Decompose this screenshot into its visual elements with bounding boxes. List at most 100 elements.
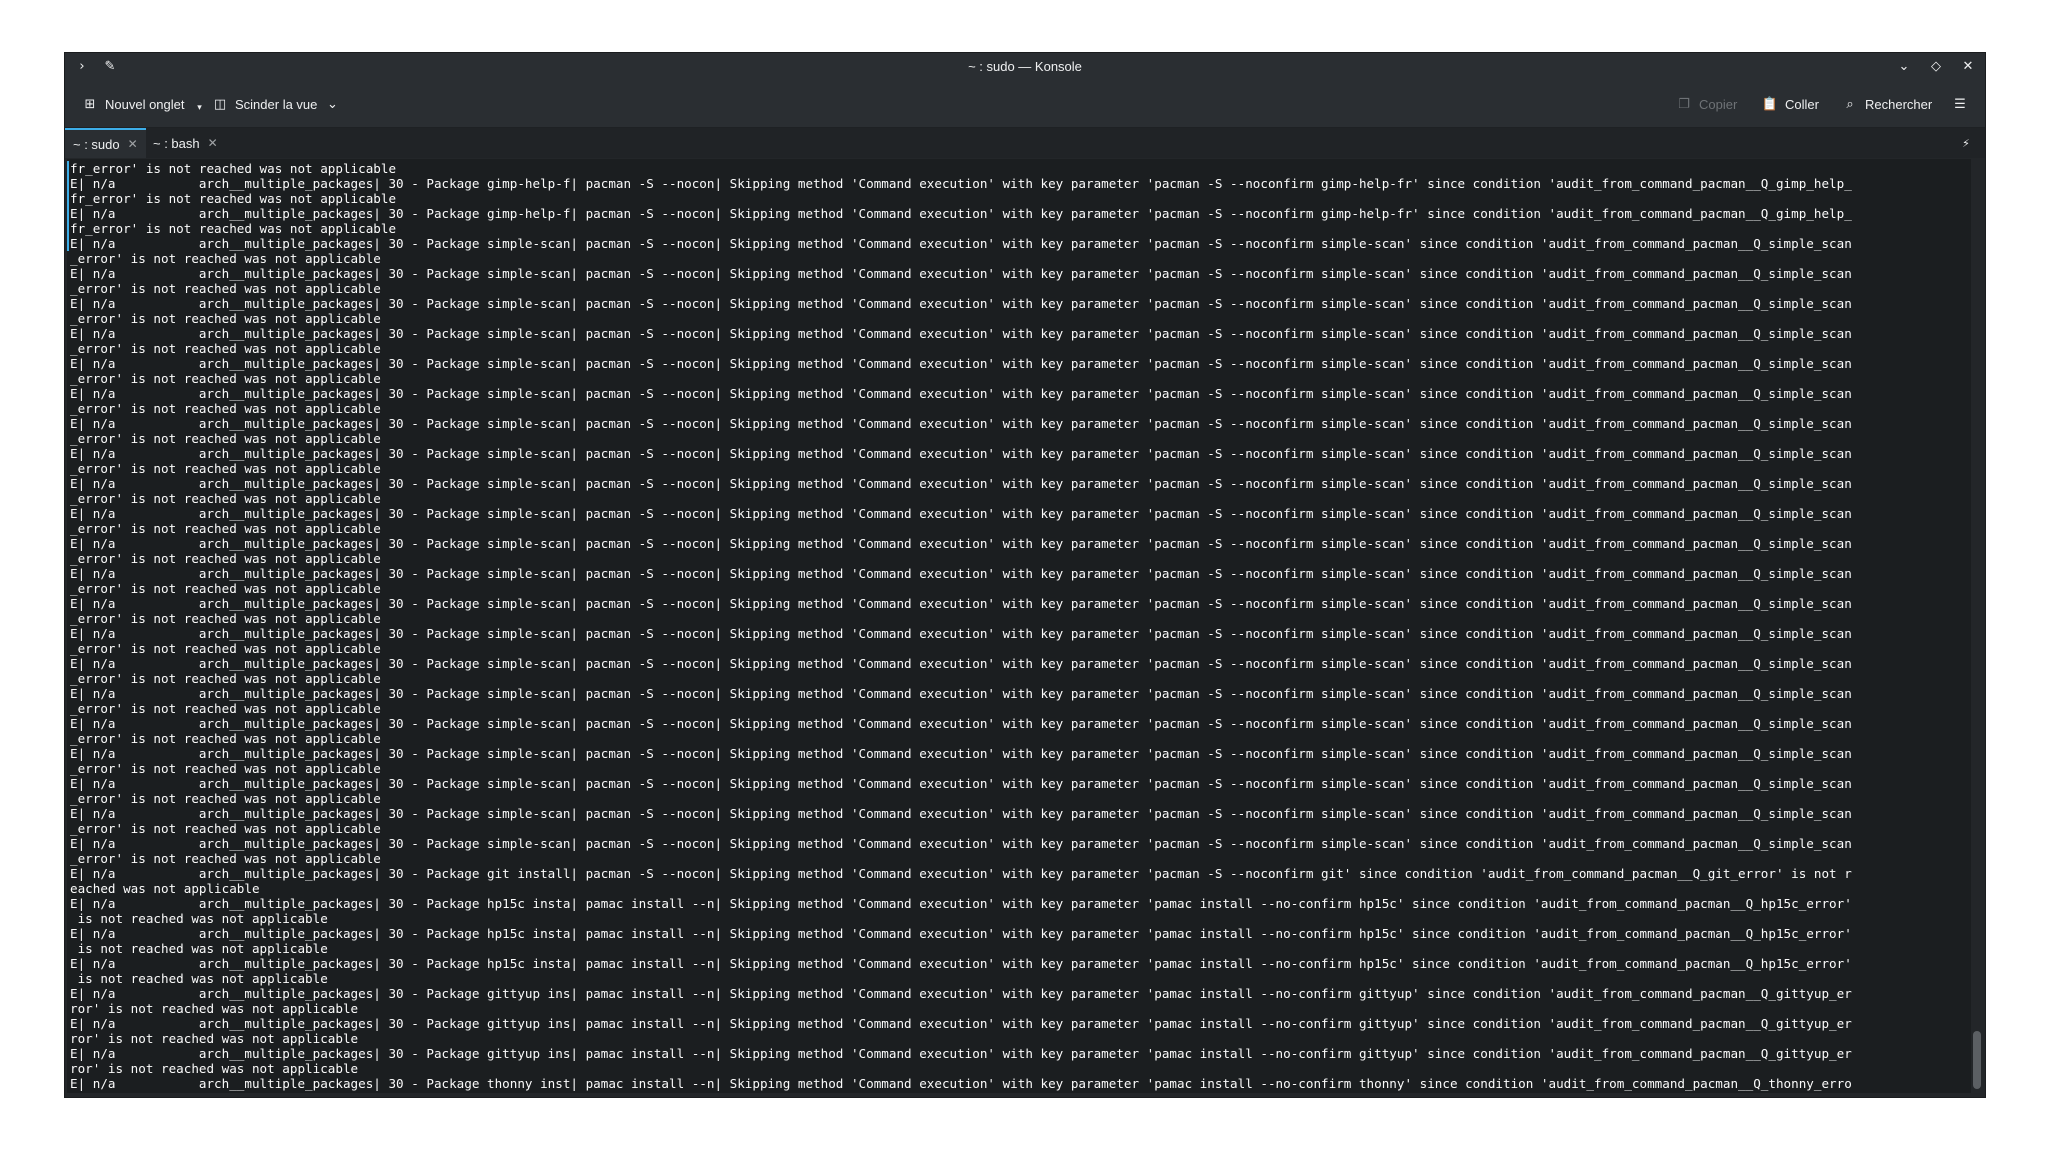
tab-bash[interactable]: ~ : bash ✕ [145, 128, 226, 158]
terminal-line: E| n/a arch__multiple_packages| 30 - Pac… [70, 896, 1852, 911]
terminal-line: fr_error' is not reached was not applica… [70, 221, 397, 236]
scrollbar-thumb[interactable] [1973, 1031, 1981, 1089]
terminal-line: E| n/a arch__multiple_packages| 30 - Pac… [70, 1046, 1852, 1061]
terminal-line: E| n/a arch__multiple_packages| 30 - Pac… [70, 536, 1852, 551]
terminal-line: E| n/a arch__multiple_packages| 30 - Pac… [70, 836, 1852, 851]
terminal-line: E| n/a arch__multiple_packages| 30 - Pac… [70, 1076, 1852, 1091]
dropdown-arrow-icon: ▾ [197, 103, 202, 113]
new-tab-label: Nouvel onglet [105, 96, 185, 112]
terminal-line: E| n/a arch__multiple_packages| 30 - Pac… [70, 686, 1852, 701]
toolbar: ⊞ Nouvel onglet ▾ ◫ Scinder la vue ⌄ ❐ C… [65, 81, 1985, 128]
new-tab-button[interactable]: ⊞ Nouvel onglet ▾ [81, 94, 209, 114]
terminal-line: _error' is not reached was not applicabl… [70, 641, 381, 656]
terminal-line: _error' is not reached was not applicabl… [70, 521, 381, 536]
search-icon: ⌕ [1846, 96, 1854, 112]
tab-sudo[interactable]: ~ : sudo ✕ [65, 128, 146, 158]
terminal-line: _error' is not reached was not applicabl… [70, 731, 381, 746]
tab-bar: ~ : sudo ✕ ~ : bash ✕ ⚡ [65, 128, 1985, 158]
tab-menu-icon[interactable]: ⚡ [1957, 134, 1975, 152]
tab-label: ~ : bash [153, 135, 200, 151]
terminal-line: _error' is not reached was not applicabl… [70, 581, 381, 596]
terminal-line: fr_error' is not reached was not applica… [70, 191, 397, 206]
terminal-line: ror' is not reached was not applicable [70, 1061, 359, 1076]
terminal-line: E| n/a arch__multiple_packages| 30 - Pac… [70, 776, 1852, 791]
terminal-lines: fr_error' is not reached was not applica… [70, 161, 1852, 1093]
terminal-line: eached was not applicable [70, 881, 260, 896]
terminal-line: _error' is not reached was not applicabl… [70, 491, 381, 506]
copy-label: Copier [1699, 96, 1738, 112]
terminal-line: is not reached was not applicable [70, 971, 328, 986]
scrollbar[interactable] [1973, 159, 1981, 1093]
terminal-line: E| n/a arch__multiple_packages| 30 - Pac… [70, 266, 1852, 281]
terminal-line: _error' is not reached was not applicabl… [70, 431, 381, 446]
close-tab-icon[interactable]: ✕ [208, 136, 218, 150]
terminal-line: fr_error' is not reached was not applica… [70, 161, 397, 176]
hamburger-menu-button[interactable]: ☰ [1951, 94, 1969, 114]
terminal-line: _error' is not reached was not applicabl… [70, 851, 381, 866]
terminal-line: E| n/a arch__multiple_packages| 30 - Pac… [70, 416, 1852, 431]
terminal-line: E| n/a arch__multiple_packages| 30 - Pac… [70, 626, 1852, 641]
title-bar: › ✎ ~ : sudo — Konsole ⌄ ◇ ✕ [65, 53, 1985, 81]
terminal-line: E| n/a arch__multiple_packages| 30 - Pac… [70, 986, 1852, 1001]
close-tab-icon[interactable]: ✕ [128, 137, 138, 151]
terminal-line: E| n/a arch__multiple_packages| 30 - Pac… [70, 176, 1852, 191]
terminal-line: _error' is not reached was not applicabl… [70, 401, 381, 416]
terminal-line: _error' is not reached was not applicabl… [70, 551, 381, 566]
terminal-line: _error' is not reached was not applicabl… [70, 371, 381, 386]
terminal-line: E| n/a arch__multiple_packages| 30 - Pac… [70, 746, 1852, 761]
maximize-icon[interactable]: ◇ [1927, 57, 1945, 75]
terminal-line: E| n/a arch__multiple_packages| 30 - Pac… [70, 446, 1852, 461]
terminal-line: _error' is not reached was not applicabl… [70, 791, 381, 806]
terminal-line: E| n/a arch__multiple_packages| 30 - Pac… [70, 356, 1852, 371]
paste-button[interactable]: 📋 Coller [1761, 94, 1819, 114]
terminal-line: E| n/a arch__multiple_packages| 30 - Pac… [70, 206, 1852, 221]
terminal-line: E| n/a arch__multiple_packages| 30 - Pac… [70, 926, 1852, 941]
terminal-line: ror' is not reached was not applicable [70, 1001, 359, 1016]
terminal-line: r' is not reached was not applicable [70, 1091, 1852, 1093]
split-view-icon: ◫ [213, 96, 227, 112]
terminal-line: E| n/a arch__multiple_packages| 30 - Pac… [70, 956, 1852, 971]
terminal-line: E| n/a arch__multiple_packages| 30 - Pac… [70, 806, 1852, 821]
close-icon[interactable]: ✕ [1959, 57, 1977, 75]
split-view-label: Scinder la vue [235, 96, 318, 112]
terminal-line: _error' is not reached was not applicabl… [70, 761, 381, 776]
terminal-line: ror' is not reached was not applicable [70, 1031, 359, 1046]
tab-label: ~ : sudo [73, 136, 120, 152]
window-title: ~ : sudo — Konsole [968, 59, 1082, 74]
paste-label: Coller [1785, 96, 1819, 112]
paste-icon: 📋 [1761, 96, 1779, 112]
terminal-line: _error' is not reached was not applicabl… [70, 281, 381, 296]
terminal-line: is not reached was not applicable [70, 911, 328, 926]
terminal-line: E| n/a arch__multiple_packages| 30 - Pac… [70, 566, 1852, 581]
terminal-line: E| n/a arch__multiple_packages| 30 - Pac… [70, 386, 1852, 401]
terminal-line: E| n/a arch__multiple_packages| 30 - Pac… [70, 866, 1852, 881]
terminal-line: _error' is not reached was not applicabl… [70, 821, 381, 836]
hamburger-menu-icon: ☰ [1954, 96, 1966, 112]
terminal-line: is not reached was not applicable [70, 941, 328, 956]
terminal-line: _error' is not reached was not applicabl… [70, 611, 381, 626]
terminal-line: _error' is not reached was not applicabl… [70, 671, 381, 686]
minimize-icon[interactable]: ⌄ [1895, 57, 1913, 75]
terminal-line: _error' is not reached was not applicabl… [70, 341, 381, 356]
terminal-line: E| n/a arch__multiple_packages| 30 - Pac… [70, 506, 1852, 521]
konsole-window: › ✎ ~ : sudo — Konsole ⌄ ◇ ✕ ⊞ Nouvel on… [65, 53, 1985, 1097]
selection-marker [67, 161, 69, 251]
copy-button[interactable]: ❐ Copier [1675, 94, 1737, 114]
terminal-line: E| n/a arch__multiple_packages| 30 - Pac… [70, 1016, 1852, 1031]
find-label: Rechercher [1865, 96, 1933, 112]
terminal-line: E| n/a arch__multiple_packages| 30 - Pac… [70, 326, 1852, 341]
terminal-line: E| n/a arch__multiple_packages| 30 - Pac… [70, 596, 1852, 611]
terminal-line: E| n/a arch__multiple_packages| 30 - Pac… [70, 656, 1852, 671]
find-button[interactable]: ⌕ Rechercher [1841, 94, 1932, 114]
terminal-output[interactable]: fr_error' is not reached was not applica… [67, 159, 1971, 1093]
terminal-line: E| n/a arch__multiple_packages| 30 - Pac… [70, 716, 1852, 731]
copy-icon: ❐ [1678, 96, 1690, 112]
terminal-line: E| n/a arch__multiple_packages| 30 - Pac… [70, 236, 1852, 251]
chevron-down-icon: ⌄ [326, 96, 338, 112]
terminal-line: E| n/a arch__multiple_packages| 30 - Pac… [70, 296, 1852, 311]
new-tab-icon: ⊞ [84, 96, 96, 112]
terminal-line: _error' is not reached was not applicabl… [70, 251, 381, 266]
terminal-line: E| n/a arch__multiple_packages| 30 - Pac… [70, 476, 1852, 491]
terminal-line: _error' is not reached was not applicabl… [70, 311, 381, 326]
split-view-button[interactable]: ◫ Scinder la vue ⌄ [211, 94, 341, 114]
